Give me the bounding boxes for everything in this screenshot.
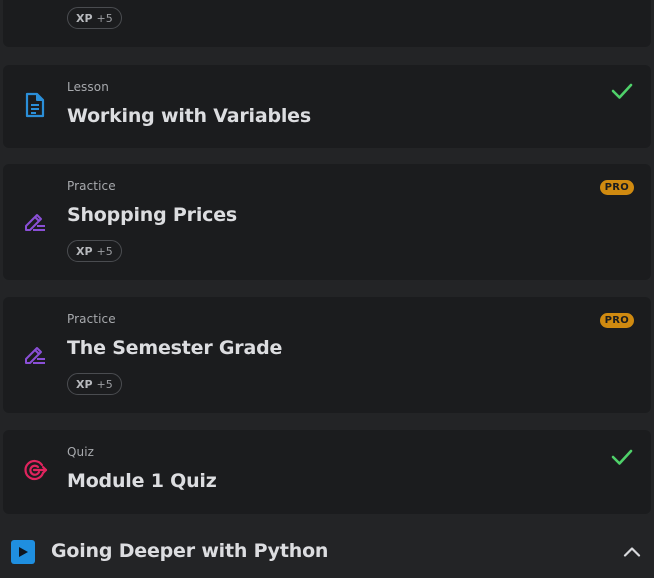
practice-pencil-icon — [22, 341, 48, 367]
xp-value: +5 — [96, 377, 113, 391]
pro-badge: PRO — [599, 313, 634, 328]
check-icon — [611, 449, 633, 465]
card-type: Practice — [67, 179, 116, 193]
lesson-card[interactable]: Lesson Working with Variables — [3, 65, 651, 148]
lesson-card[interactable]: XP +5 — [3, 0, 651, 47]
card-type: Lesson — [67, 80, 109, 94]
xp-chip: XP +5 — [67, 7, 122, 29]
xp-value: +5 — [96, 11, 113, 25]
card-type: Practice — [67, 312, 116, 326]
lesson-card[interactable]: Practice The Semester Grade XP +5 PRO — [3, 297, 651, 413]
card-title: The Semester Grade — [67, 337, 283, 359]
pro-badge: PRO — [599, 180, 634, 195]
quiz-target-icon — [22, 457, 48, 483]
card-type: Quiz — [67, 445, 95, 459]
module-title: Going Deeper with Python — [51, 540, 329, 562]
xp-label: XP — [76, 377, 93, 391]
practice-pencil-icon — [22, 208, 48, 234]
xp-chip: XP +5 — [67, 240, 122, 262]
check-icon — [611, 83, 633, 99]
xp-label: XP — [76, 244, 93, 258]
card-title: Shopping Prices — [67, 204, 237, 226]
chevron-up-icon[interactable] — [622, 542, 642, 562]
xp-chip: XP +5 — [67, 373, 122, 395]
module-header[interactable]: Going Deeper with Python — [0, 530, 654, 578]
xp-value: +5 — [96, 244, 113, 258]
card-title: Module 1 Quiz — [67, 470, 217, 492]
lesson-card[interactable]: Practice Shopping Prices XP +5 PRO — [3, 164, 651, 280]
lesson-document-icon — [22, 92, 48, 118]
xp-label: XP — [76, 11, 93, 25]
play-icon — [11, 540, 35, 564]
card-title: Working with Variables — [67, 105, 311, 127]
lesson-card[interactable]: Quiz Module 1 Quiz — [3, 430, 651, 514]
